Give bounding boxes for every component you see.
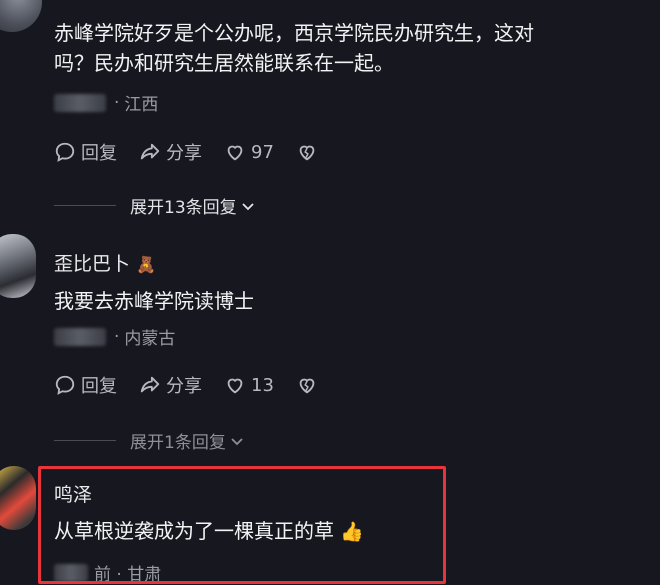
reply-icon bbox=[55, 142, 75, 162]
avatar[interactable] bbox=[0, 466, 36, 530]
broken-heart-icon bbox=[299, 378, 315, 394]
chevron-down-icon bbox=[231, 437, 243, 445]
expand-replies[interactable]: 展开1条回复 bbox=[54, 428, 245, 453]
like-count: 97 bbox=[251, 141, 274, 163]
blurred-time bbox=[54, 327, 106, 346]
avatar[interactable] bbox=[0, 234, 36, 298]
location-label: 内蒙古 bbox=[124, 329, 176, 349]
reply-icon bbox=[55, 375, 75, 395]
dislike-button[interactable] bbox=[296, 141, 323, 163]
comment-actions: 回复 分享 13 bbox=[54, 372, 345, 398]
reply-button[interactable]: 回复 bbox=[54, 139, 117, 165]
comment-meta: · 内蒙古 bbox=[54, 324, 175, 349]
expand-replies[interactable]: 展开13条回复 bbox=[54, 193, 256, 218]
comment-text: 我要去赤峰学院读博士 bbox=[54, 289, 254, 313]
bear-badge-icon: 🧸 bbox=[136, 255, 156, 274]
comment-text: 赤峰学院好歹是个公办呢，西京学院民办研究生，这对 吗？民办和研究生居然能联系在一… bbox=[54, 21, 534, 75]
location-label: 江西 bbox=[124, 95, 159, 115]
broken-heart-icon bbox=[299, 145, 315, 161]
like-button[interactable]: 97 bbox=[224, 141, 274, 163]
blurred-time bbox=[54, 93, 106, 112]
username[interactable]: 歪比巴卜 🧸 bbox=[54, 249, 156, 276]
chevron-down-icon bbox=[242, 202, 254, 210]
heart-icon bbox=[227, 378, 243, 394]
like-count: 13 bbox=[251, 374, 274, 396]
highlight-box bbox=[38, 466, 446, 584]
share-icon bbox=[140, 143, 160, 160]
comment-meta: · 江西 bbox=[54, 90, 158, 115]
share-button[interactable]: 分享 bbox=[139, 372, 202, 398]
reply-button[interactable]: 回复 bbox=[54, 372, 117, 398]
heart-icon bbox=[227, 145, 243, 161]
share-button[interactable]: 分享 bbox=[139, 139, 202, 165]
avatar[interactable] bbox=[0, 0, 42, 32]
share-icon bbox=[140, 376, 160, 393]
like-button[interactable]: 13 bbox=[224, 374, 274, 396]
dislike-button[interactable] bbox=[296, 374, 323, 396]
comment-actions: 回复 分享 97 bbox=[54, 139, 345, 165]
